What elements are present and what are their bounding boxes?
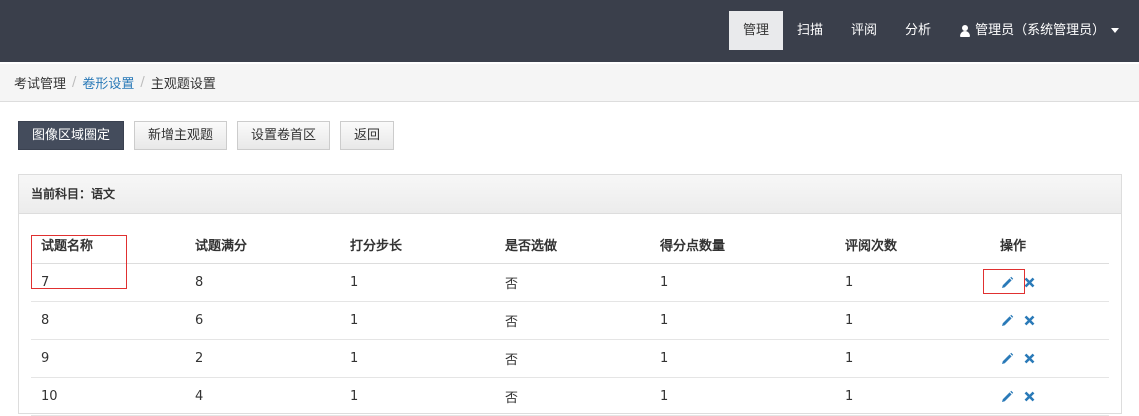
column-header: 试题满分 — [195, 238, 248, 254]
close-icon[interactable] — [1024, 315, 1035, 326]
table-cell: 2 — [195, 351, 204, 366]
table-row: 8 6 1 否 1 1 — [31, 302, 1109, 340]
breadcrumb-item-exam-manage[interactable]: 考试管理 — [14, 73, 66, 92]
table-cell: 否 — [505, 315, 519, 330]
table-cell: 1 — [660, 351, 669, 366]
table-row: 7 8 1 否 1 1 — [31, 264, 1109, 302]
breadcrumb-item-paper-settings[interactable]: 卷形设置 — [82, 73, 134, 92]
row-actions — [1000, 302, 1035, 339]
table-cell: 1 — [845, 389, 854, 404]
column-header: 评阅次数 — [845, 238, 898, 254]
table-header: 试题名称 试题满分 打分步长 是否选做 得分点数量 评阅次数 操作 — [31, 225, 1109, 264]
panel-title: 当前科目：语文 — [19, 175, 1121, 214]
column-header: 操作 — [1000, 238, 1027, 254]
table-cell: 8 — [41, 313, 50, 328]
table-cell: 8 — [195, 275, 204, 290]
column-header: 是否选做 — [505, 238, 558, 254]
table-cell: 1 — [660, 313, 669, 328]
pencil-icon[interactable] — [1000, 390, 1014, 404]
pencil-icon[interactable] — [1000, 352, 1014, 366]
breadcrumb-separator: / — [72, 75, 77, 90]
table-cell: 1 — [350, 351, 359, 366]
image-area-button[interactable]: 图像区域圈定 — [18, 121, 125, 150]
table-cell: 7 — [41, 275, 50, 290]
row-actions — [1000, 264, 1035, 301]
user-icon — [959, 24, 971, 37]
nav-item-scan[interactable]: 扫描 — [783, 11, 837, 50]
main-nav: 管理 扫描 评阅 分析 管理员（系统管理员） — [729, 11, 1120, 50]
column-header: 打分步长 — [350, 238, 403, 254]
table-cell: 否 — [505, 391, 519, 406]
back-button[interactable]: 返回 — [340, 121, 395, 150]
question-table: 试题名称 试题满分 打分步长 是否选做 得分点数量 评阅次数 操作 7 8 1 … — [31, 225, 1109, 416]
table-cell: 1 — [350, 389, 359, 404]
user-label: 管理员（系统管理员） — [975, 23, 1106, 38]
subject-panel: 当前科目：语文 试题名称 试题满分 打分步长 是否选做 得分点数量 评阅次数 操… — [18, 174, 1122, 416]
table-row: 9 2 1 否 1 1 — [31, 340, 1109, 378]
nav-item-review[interactable]: 评阅 — [837, 11, 891, 50]
breadcrumb-separator: / — [140, 75, 145, 90]
table-cell: 10 — [41, 389, 58, 404]
close-icon[interactable] — [1024, 391, 1035, 402]
column-header: 得分点数量 — [660, 238, 726, 254]
close-icon[interactable] — [1024, 277, 1035, 288]
nav-item-manage[interactable]: 管理 — [729, 11, 784, 50]
row-actions — [1000, 378, 1035, 415]
row-actions — [1000, 340, 1035, 377]
close-icon[interactable] — [1024, 353, 1035, 364]
table-cell: 否 — [505, 353, 519, 368]
table-cell: 6 — [195, 313, 204, 328]
table-cell: 1 — [845, 351, 854, 366]
table-cell: 9 — [41, 351, 50, 366]
table-cell: 1 — [845, 313, 854, 328]
toolbar: 图像区域圈定 新增主观题 设置卷首区 返回 — [18, 121, 395, 150]
table-cell: 1 — [845, 275, 854, 290]
table-cell: 4 — [195, 389, 204, 404]
user-menu[interactable]: 管理员（系统管理员） — [945, 11, 1120, 50]
breadcrumb: 考试管理 / 卷形设置 / 主观题设置 — [0, 64, 1139, 102]
nav-item-analysis[interactable]: 分析 — [891, 11, 945, 50]
table-cell: 否 — [505, 277, 519, 292]
caret-down-icon — [1111, 28, 1120, 33]
top-navbar: 管理 扫描 评阅 分析 管理员（系统管理员） — [0, 0, 1139, 62]
column-header: 试题名称 — [41, 238, 94, 254]
table-cell: 1 — [350, 313, 359, 328]
pencil-icon[interactable] — [1000, 314, 1014, 328]
table-cell: 1 — [350, 275, 359, 290]
table-row: 10 4 1 否 1 1 — [31, 378, 1109, 416]
pencil-icon[interactable] — [1000, 276, 1014, 290]
breadcrumb-item-current: 主观题设置 — [150, 77, 216, 92]
set-header-area-button[interactable]: 设置卷首区 — [237, 121, 331, 150]
add-question-button[interactable]: 新增主观题 — [134, 121, 228, 150]
table-cell: 1 — [660, 389, 669, 404]
table-cell: 1 — [660, 275, 669, 290]
